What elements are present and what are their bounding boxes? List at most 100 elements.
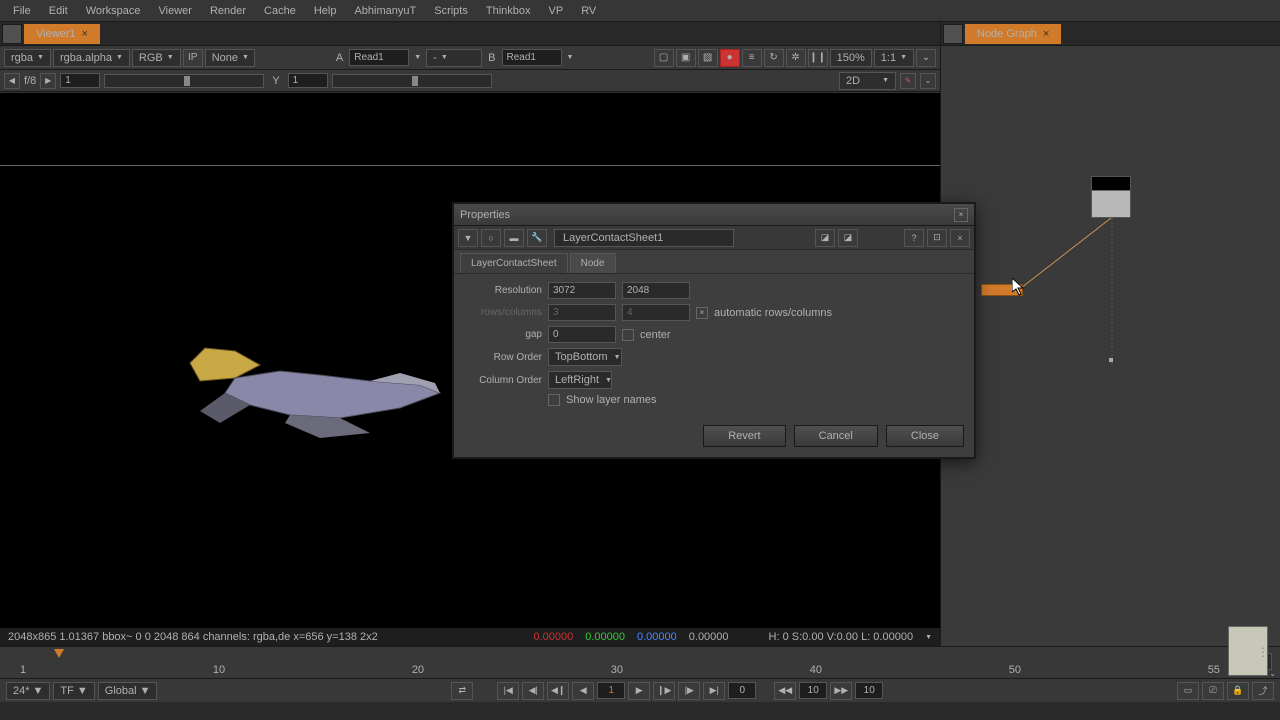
skip-fwd-icon[interactable]: ▶▶ (830, 682, 852, 700)
menu-user[interactable]: AbhimanyuT (345, 2, 425, 20)
next-key-icon[interactable]: |▶ (678, 682, 700, 700)
node-read1[interactable] (1091, 176, 1131, 218)
skip-back-icon[interactable]: ◀◀ (774, 682, 796, 700)
close-button[interactable]: Close (886, 425, 964, 447)
cols-input[interactable]: 4 (622, 304, 690, 321)
play-icon[interactable]: ▶ (628, 682, 650, 700)
wrench-icon[interactable]: 🔧 (527, 229, 547, 247)
resolution-height-input[interactable]: 2048 (622, 282, 690, 299)
edit-icon[interactable]: ◪ (815, 229, 835, 247)
screen-icon[interactable]: ▭ (1177, 682, 1199, 700)
node-layercontactsheet[interactable] (981, 284, 1023, 296)
frame-y-input[interactable]: 1 (288, 73, 328, 88)
last-input[interactable]: 0 (728, 682, 756, 699)
dialog-titlebar[interactable]: Properties × (454, 204, 974, 226)
scope-select[interactable]: Global▼ (98, 682, 158, 700)
a-input[interactable]: Read1 (349, 49, 409, 66)
pane-menu-icon[interactable] (2, 24, 22, 44)
nodegraph-tab[interactable]: Node Graph × (965, 24, 1061, 44)
layer-select[interactable]: rgba▼ (4, 49, 51, 67)
menu-workspace[interactable]: Workspace (77, 2, 150, 20)
resolution-width-input[interactable]: 3072 (548, 282, 616, 299)
rows-input[interactable]: 3 (548, 304, 616, 321)
gear-icon[interactable]: ✲ (786, 49, 806, 67)
shownames-checkbox[interactable] (548, 394, 560, 406)
wipe-select[interactable]: -▼ (426, 49, 482, 67)
dialog-collapse-icon[interactable]: × (954, 208, 968, 222)
navigator-thumbnail[interactable]: ⋮ (1228, 626, 1268, 676)
proxy-icon[interactable]: ▣ (676, 49, 696, 67)
monitor-icon[interactable]: ⎚ (1202, 682, 1224, 700)
first-frame-icon[interactable]: |◀ (497, 682, 519, 700)
sync-icon[interactable]: ⇄ (451, 682, 473, 700)
menu-thinkbox[interactable]: Thinkbox (477, 2, 540, 20)
lock-icon[interactable]: 🔒 (1227, 682, 1249, 700)
pencil-icon[interactable]: ✎ (900, 73, 916, 89)
revert-button[interactable]: Revert (703, 425, 785, 447)
next-frame-icon[interactable]: ▶ (40, 73, 56, 89)
prev-frame-icon[interactable]: ◀ (4, 73, 20, 89)
alpha-select[interactable]: rgba.alpha▼ (53, 49, 130, 67)
stripes-icon[interactable]: ▨ (698, 49, 718, 67)
menu-render[interactable]: Render (201, 2, 255, 20)
menu-vp[interactable]: VP (540, 2, 573, 20)
pane-menu-icon[interactable] (943, 24, 963, 44)
record-icon[interactable]: ● (720, 49, 740, 67)
menu-rv[interactable]: RV (572, 2, 605, 20)
fps-select[interactable]: 24*▼ (6, 682, 50, 700)
target-icon[interactable]: ▬ (504, 229, 524, 247)
last-frame-icon[interactable]: ▶| (703, 682, 725, 700)
menu-viewer[interactable]: Viewer (150, 2, 201, 20)
node-dot[interactable] (1109, 358, 1113, 362)
channels-select[interactable]: RGB▼ (132, 49, 181, 67)
menu-cache[interactable]: Cache (255, 2, 305, 20)
lines-icon[interactable]: ≡ (742, 49, 762, 67)
b-input[interactable]: Read1 (502, 49, 562, 66)
gain-slider[interactable] (104, 74, 264, 88)
menu-scripts[interactable]: Scripts (425, 2, 477, 20)
cancel-button[interactable]: Cancel (794, 425, 878, 447)
close-icon[interactable]: × (82, 28, 88, 40)
close-icon[interactable]: × (1043, 28, 1049, 40)
colorder-select[interactable]: LeftRight▼ (548, 371, 612, 389)
chevron-down-icon[interactable]: ⌄ (920, 73, 936, 89)
undock-icon[interactable]: ⊡ (927, 229, 947, 247)
ip-button[interactable]: IP (183, 49, 203, 67)
center-checkbox[interactable] (622, 329, 634, 341)
frame-x-input[interactable]: 1 (60, 73, 100, 88)
skip-back-input[interactable]: 10 (799, 682, 827, 699)
close-icon[interactable]: × (950, 229, 970, 247)
zoom-select[interactable]: 150% (830, 49, 872, 67)
view-mode-select[interactable]: 2D▼ (839, 72, 896, 90)
chevron-down-icon[interactable]: ⌄ (916, 49, 936, 67)
collapse-icon[interactable]: ▼ (458, 229, 478, 247)
export-icon[interactable]: ⤴ (1252, 682, 1274, 700)
help-icon[interactable]: ? (904, 229, 924, 247)
center-icon[interactable]: ○ (481, 229, 501, 247)
playhead-icon[interactable] (54, 649, 64, 658)
roworder-select[interactable]: TopBottom▼ (548, 348, 622, 366)
prev-key-icon[interactable]: ◀| (522, 682, 544, 700)
roi-icon[interactable]: ▢ (654, 49, 674, 67)
tab-node[interactable]: Node (570, 253, 616, 273)
node-name-input[interactable]: LayerContactSheet1 (554, 229, 734, 247)
gap-input[interactable]: 0 (548, 326, 616, 343)
tab-layercontactsheet[interactable]: LayerContactSheet (460, 253, 568, 273)
step-fwd-icon[interactable]: ❙▶ (653, 682, 675, 700)
skip-fwd-input[interactable]: 10 (855, 682, 883, 699)
edit2-icon[interactable]: ◪ (838, 229, 858, 247)
clip-select[interactable]: None▼ (205, 49, 255, 67)
timeline[interactable]: 110 2030 4050 55 55 ⌄ (0, 646, 1280, 678)
nodegraph-canvas[interactable] (941, 46, 1280, 646)
chevron-down-icon[interactable]: ▼ (925, 634, 932, 641)
step-back-icon[interactable]: ◀❙ (547, 682, 569, 700)
gamma-slider[interactable] (332, 74, 492, 88)
menu-help[interactable]: Help (305, 2, 346, 20)
refresh-icon[interactable]: ↻ (764, 49, 784, 67)
current-frame-input[interactable]: 1 (597, 682, 625, 699)
tf-select[interactable]: TF▼ (53, 682, 94, 700)
viewer-tab[interactable]: Viewer1 × (24, 24, 100, 44)
menu-edit[interactable]: Edit (40, 2, 77, 20)
ratio-select[interactable]: 1:1▼ (874, 49, 914, 67)
play-back-icon[interactable]: ◀ (572, 682, 594, 700)
